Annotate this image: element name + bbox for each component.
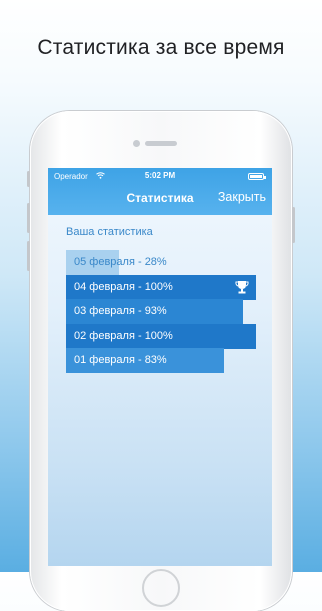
stat-label: 04 февраля - 100% — [74, 280, 173, 293]
stat-label: 01 февраля - 83% — [74, 354, 167, 366]
stat-row: 02 февраля - 100% — [66, 323, 256, 349]
stat-row: 03 февраля - 93% — [66, 299, 256, 324]
earpiece-speaker — [145, 141, 177, 146]
navigation-bar: Operador 5:02 PM Статистика Закрыть — [48, 168, 272, 215]
front-camera — [133, 140, 140, 147]
stat-row: 05 февраля - 28% — [66, 250, 256, 275]
power-button — [292, 207, 295, 243]
stat-row: 04 февраля - 100% — [66, 274, 256, 300]
trophy-icon — [235, 280, 249, 293]
volume-up-button — [27, 203, 30, 233]
stat-row: 01 февраля - 83% — [66, 348, 256, 373]
close-button[interactable]: Закрыть — [218, 190, 266, 204]
status-bar: Operador 5:02 PM — [48, 168, 272, 184]
home-button — [142, 569, 180, 607]
volume-down-button — [27, 241, 30, 271]
app-screen: Operador 5:02 PM Статистика Закрыть Ваша… — [48, 168, 272, 566]
battery-icon — [248, 173, 266, 180]
status-time: 5:02 PM — [144, 171, 176, 180]
page-headline: Статистика за все время — [37, 36, 285, 59]
section-label: Ваша статистика — [66, 226, 153, 238]
stat-label: 05 февраля - 28% — [74, 256, 167, 268]
stat-label: 02 февраля - 100% — [74, 329, 173, 342]
mute-switch — [27, 171, 30, 187]
stat-label: 03 февраля - 93% — [74, 305, 167, 317]
